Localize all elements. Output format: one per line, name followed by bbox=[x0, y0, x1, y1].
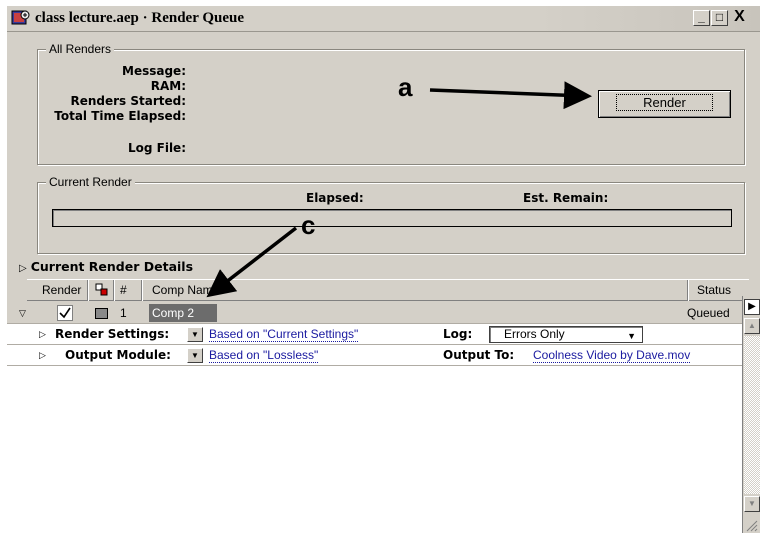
column-status[interactable]: Status bbox=[697, 283, 731, 297]
column-header-row: Render # Comp Name Status bbox=[27, 279, 749, 301]
all-renders-group: All Renders Message: RAM: Renders Starte… bbox=[37, 42, 745, 165]
close-button[interactable]: X bbox=[731, 9, 748, 26]
all-renders-group-label: All Renders bbox=[46, 42, 115, 56]
scroll-right-arrow-icon[interactable]: ▶ bbox=[744, 299, 760, 315]
triangle-down-icon[interactable]: ▽ bbox=[19, 308, 26, 319]
minimize-button[interactable]: _ bbox=[693, 10, 710, 26]
current-render-group-label: Current Render bbox=[46, 175, 135, 189]
vertical-scrollbar[interactable]: ▶ ▲ ▼ bbox=[742, 296, 760, 533]
queue-item-number: 1 bbox=[120, 306, 127, 320]
log-dropdown[interactable]: Errors Only ▼ bbox=[489, 326, 643, 343]
column-divider[interactable] bbox=[113, 280, 114, 301]
log-label: Log: bbox=[443, 327, 473, 341]
triangle-right-icon: ▷ bbox=[19, 263, 27, 274]
render-progress-bar bbox=[52, 209, 732, 227]
maximize-button[interactable]: □ bbox=[711, 10, 728, 26]
queue-item-status: Queued bbox=[687, 306, 730, 320]
current-render-details-label: Current Render Details bbox=[30, 259, 194, 274]
scroll-up-arrow-icon[interactable]: ▲ bbox=[744, 318, 760, 334]
label-color-swatch[interactable] bbox=[95, 308, 108, 319]
render-settings-row: ▷ Render Settings: ▼ Based on "Current S… bbox=[7, 324, 749, 345]
render-button-label: Render bbox=[616, 94, 713, 111]
message-label: Message: bbox=[122, 64, 186, 78]
elapsed-label: Elapsed: bbox=[306, 191, 364, 205]
current-render-group: Current Render Elapsed: Est. Remain: bbox=[37, 175, 745, 254]
queue-item-row[interactable]: ▽ 1 Comp 2 Queued bbox=[7, 302, 749, 324]
annotation-label-c: c bbox=[301, 210, 316, 240]
title-bar[interactable]: class lecture.aep · Render Queue _ □ X bbox=[7, 6, 760, 32]
column-divider[interactable] bbox=[87, 280, 88, 301]
column-divider[interactable] bbox=[687, 280, 688, 301]
resize-grip-icon[interactable] bbox=[744, 518, 758, 532]
renders-started-label: Renders Started: bbox=[70, 94, 186, 108]
column-number[interactable]: # bbox=[120, 283, 127, 297]
render-settings-link[interactable]: Based on "Current Settings" bbox=[209, 327, 359, 342]
annotation-label-a: a bbox=[398, 72, 413, 102]
after-effects-app-icon bbox=[11, 10, 30, 25]
label-color-icon[interactable] bbox=[95, 283, 109, 297]
current-render-details-toggle[interactable]: ▷ Current Render Details bbox=[19, 259, 193, 274]
output-module-dropdown-icon[interactable]: ▼ bbox=[187, 348, 203, 363]
triangle-right-icon[interactable]: ▷ bbox=[39, 350, 46, 361]
log-file-label: Log File: bbox=[127, 141, 186, 155]
column-comp-name[interactable]: Comp Name bbox=[152, 283, 219, 297]
scroll-down-arrow-icon[interactable]: ▼ bbox=[744, 496, 760, 512]
output-module-row: ▷ Output Module: ▼ Based on "Lossless" O… bbox=[7, 345, 749, 366]
render-button[interactable]: Render bbox=[598, 90, 731, 118]
triangle-right-icon[interactable]: ▷ bbox=[39, 329, 46, 340]
output-to-link[interactable]: Coolness Video by Dave.mov bbox=[533, 348, 691, 363]
column-divider[interactable] bbox=[141, 280, 142, 301]
render-queue-list: ▽ 1 Comp 2 Queued ▷ Render Settings: ▼ B… bbox=[7, 302, 749, 533]
output-to-label: Output To: bbox=[443, 348, 515, 362]
scrollbar-track[interactable] bbox=[744, 336, 760, 494]
queue-item-comp-name[interactable]: Comp 2 bbox=[149, 304, 217, 322]
ram-label: RAM: bbox=[150, 79, 186, 93]
est-remain-label: Est. Remain: bbox=[523, 191, 609, 205]
render-settings-label: Render Settings: bbox=[55, 327, 170, 341]
checkmark-icon[interactable] bbox=[57, 305, 73, 321]
window-title: class lecture.aep · Render Queue bbox=[35, 10, 245, 26]
render-queue-window: class lecture.aep · Render Queue _ □ X A… bbox=[6, 5, 760, 533]
output-module-label: Output Module: bbox=[65, 348, 171, 362]
log-dropdown-value: Errors Only bbox=[504, 327, 565, 341]
output-module-link[interactable]: Based on "Lossless" bbox=[209, 348, 319, 363]
total-time-elapsed-label: Total Time Elapsed: bbox=[54, 109, 186, 123]
column-render[interactable]: Render bbox=[42, 283, 81, 297]
dropdown-arrow-icon: ▼ bbox=[627, 331, 636, 341]
render-settings-dropdown-icon[interactable]: ▼ bbox=[187, 327, 203, 342]
